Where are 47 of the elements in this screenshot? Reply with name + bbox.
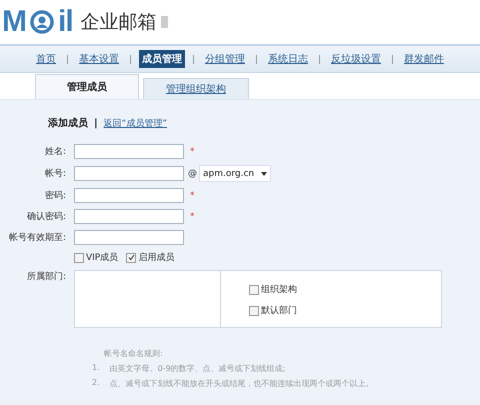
nav-link[interactable]: 首页 [33, 50, 59, 68]
separator: | [94, 118, 98, 128]
checkbox-label: 启用成员 [138, 252, 174, 264]
nav-link[interactable]: 系统日志 [265, 50, 311, 68]
product-name: 企业邮箱 [80, 10, 157, 35]
field-label: 姓名: [44, 146, 66, 158]
field-label: 帐号: [44, 168, 66, 180]
required-mark: * [190, 146, 194, 156]
field-label: 帐号有效期至: [8, 232, 66, 244]
checkbox[interactable] [126, 252, 136, 262]
checkbox[interactable] [249, 284, 259, 294]
nav-link[interactable]: 成员管理 [139, 50, 185, 68]
tab[interactable]: 管理成员 [35, 74, 139, 99]
checkbox-label: VIP成员 [86, 252, 118, 264]
required-mark: * [190, 212, 194, 222]
rules-title: 帐号名命名规则: [104, 348, 164, 359]
field-label: 确认密码: [26, 210, 66, 223]
domain-select[interactable]: apm.org.cn [199, 165, 271, 182]
input-field[interactable] [74, 188, 184, 203]
rule-number: 2. [92, 378, 100, 389]
input-field[interactable] [74, 230, 184, 245]
nav-link[interactable]: 反垃圾设置 [328, 50, 384, 68]
rule-text: 点、减号或下划线不能放在开头或结尾，也不能连续出现两个或两个以上。 [110, 378, 374, 389]
field-label: 密码: [44, 190, 66, 202]
checkbox-label: 默认部门 [261, 304, 297, 317]
badge-icon [160, 16, 168, 28]
nav-link[interactable]: 群发邮件 [401, 50, 447, 68]
back-link[interactable]: 返回“成员管理” [104, 116, 167, 130]
input-field[interactable] [74, 144, 184, 159]
rule-text: 由英文字母、0-9的数字、点、减号或下划线组成; [110, 363, 286, 374]
nav-link[interactable]: 基本设置 [76, 50, 122, 68]
field-label: 所属部门: [26, 270, 66, 283]
logo-letters: M [2, 7, 26, 37]
section-title: 添加成员 [48, 116, 88, 130]
input-field[interactable] [74, 209, 184, 224]
logo-icon [30, 10, 54, 34]
nav-link[interactable]: 分组管理 [202, 50, 248, 68]
checkbox[interactable] [249, 306, 259, 316]
tab[interactable]: 管理组织架构 [143, 78, 249, 99]
required-mark: * [190, 190, 194, 200]
logo-letters: il [58, 7, 73, 37]
caret-icon [261, 172, 267, 176]
rule-number: 1. [92, 363, 100, 374]
checkbox[interactable] [74, 252, 84, 262]
checkbox-label: 组织架构 [261, 284, 297, 296]
input-field[interactable] [74, 166, 184, 181]
at-sign: @ [188, 168, 197, 178]
